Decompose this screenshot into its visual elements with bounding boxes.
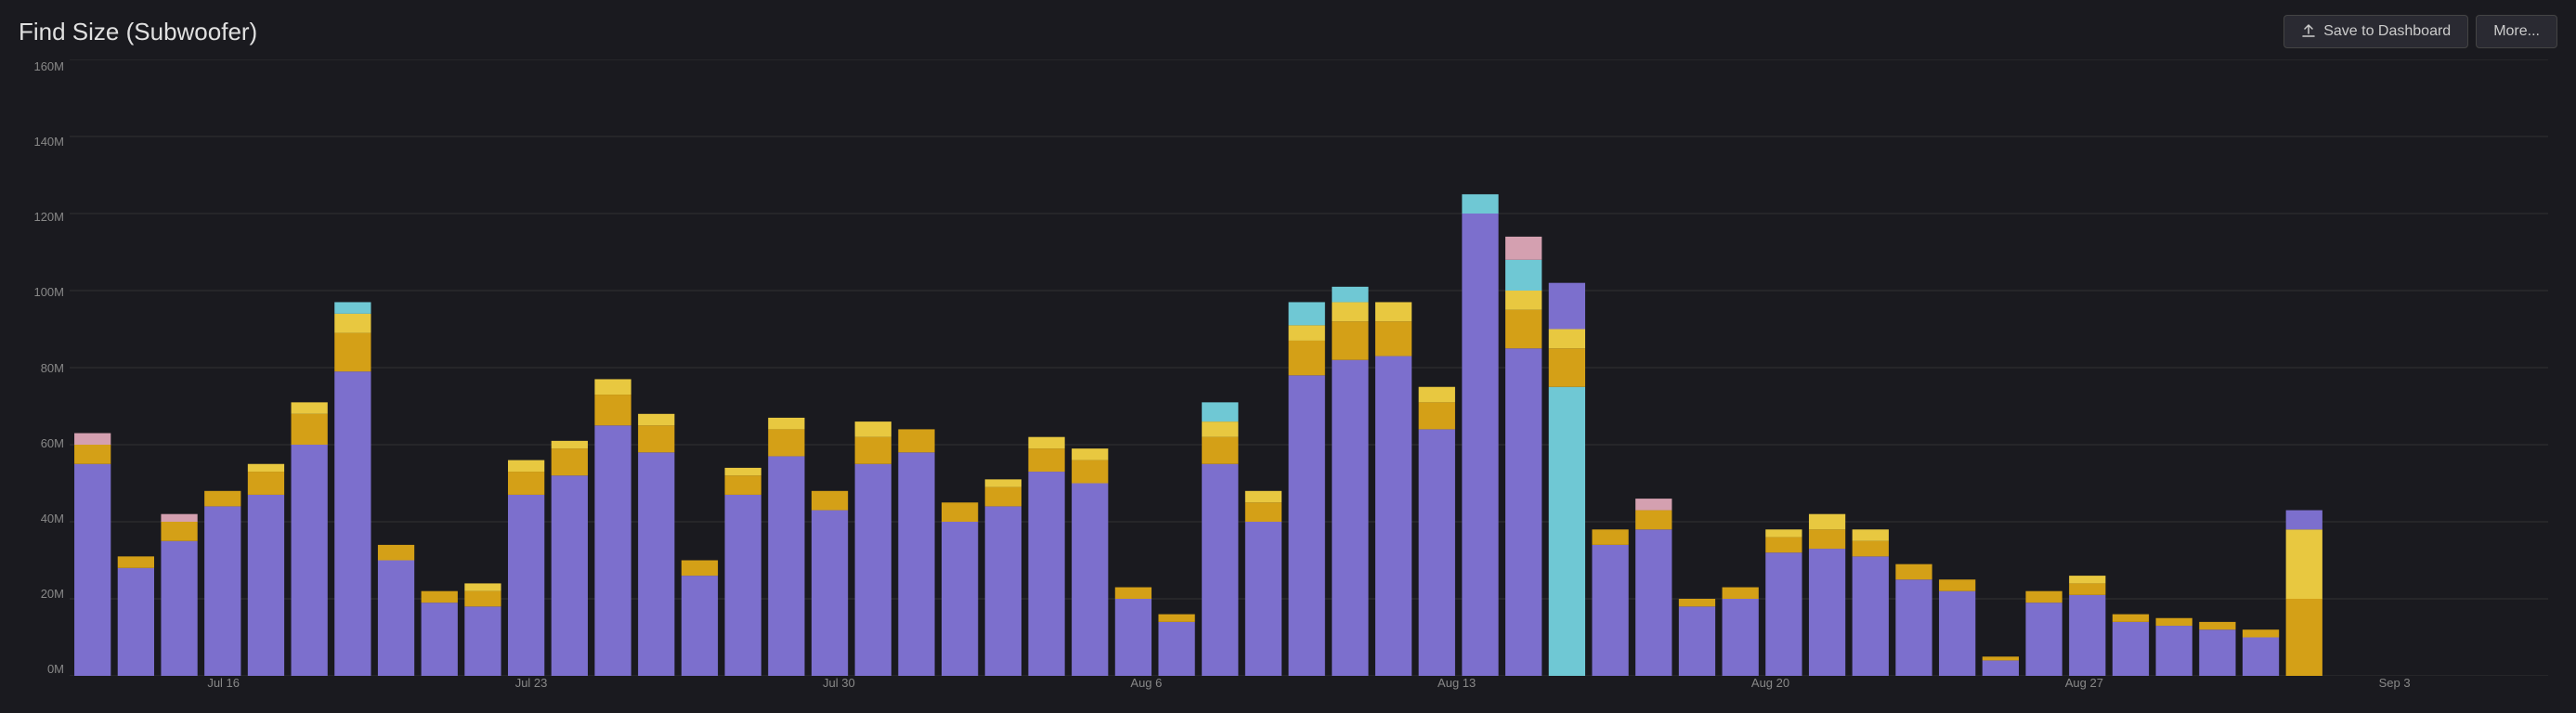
y-label-80m: 80M: [19, 361, 70, 375]
y-label-100m: 100M: [19, 285, 70, 299]
save-to-dashboard-button[interactable]: Save to Dashboard: [2283, 15, 2468, 48]
x-label-aug6: Aug 6: [1130, 676, 1162, 704]
y-label-120m: 120M: [19, 210, 70, 224]
x-label-aug27: Aug 27: [2065, 676, 2103, 704]
chart-area: 0M 20M 40M 60M 80M 100M 120M 140M 160M J…: [19, 59, 2557, 704]
x-label-jul30: Jul 30: [823, 676, 855, 704]
y-axis: 0M 20M 40M 60M 80M 100M 120M 140M 160M: [19, 59, 70, 676]
x-label-aug13: Aug 13: [1438, 676, 1476, 704]
header-buttons: Save to Dashboard More...: [2283, 15, 2557, 48]
chart-inner: [70, 59, 2548, 676]
chart-wrapper: 0M 20M 40M 60M 80M 100M 120M 140M 160M J…: [19, 59, 2557, 704]
y-label-20m: 20M: [19, 587, 70, 601]
x-axis: Jul 16 Jul 23 Jul 30 Aug 6 Aug 13 Aug 20…: [70, 676, 2548, 704]
y-label-160m: 160M: [19, 59, 70, 73]
y-label-40m: 40M: [19, 512, 70, 525]
x-label-jul23: Jul 23: [515, 676, 548, 704]
y-label-140m: 140M: [19, 135, 70, 149]
header: Find Size (Subwoofer) Save to Dashboard …: [19, 15, 2557, 48]
x-label-aug20: Aug 20: [1751, 676, 1789, 704]
y-label-0m: 0M: [19, 662, 70, 676]
x-label-sep3: Sep 3: [2379, 676, 2411, 704]
x-label-jul16: Jul 16: [207, 676, 240, 704]
y-label-60m: 60M: [19, 436, 70, 450]
upload-icon: [2301, 24, 2316, 39]
bar-chart: [70, 59, 2548, 676]
page-title: Find Size (Subwoofer): [19, 18, 257, 46]
main-container: Find Size (Subwoofer) Save to Dashboard …: [0, 0, 2576, 713]
more-button[interactable]: More...: [2476, 15, 2557, 48]
